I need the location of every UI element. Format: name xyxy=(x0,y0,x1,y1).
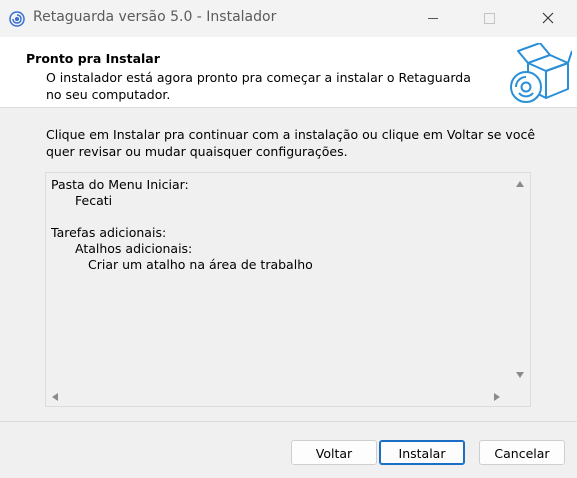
footer-divider xyxy=(0,421,577,422)
start-menu-label: Pasta do Menu Iniciar: xyxy=(51,177,189,192)
window-title: Retaguarda versão 5.0 - Instalador xyxy=(33,9,277,25)
shortcut-item: Criar um atalho na área de trabalho xyxy=(88,257,313,272)
tasks-label: Tarefas adicionais: xyxy=(51,225,167,240)
minimize-button[interactable] xyxy=(409,0,455,37)
scroll-up-arrow-icon[interactable] xyxy=(516,181,524,187)
horizontal-scrollbar[interactable] xyxy=(46,386,510,406)
scroll-left-arrow-icon[interactable] xyxy=(52,393,58,401)
install-button[interactable]: Instalar xyxy=(379,440,465,465)
scroll-right-arrow-icon[interactable] xyxy=(494,393,500,401)
cancel-button[interactable]: Cancelar xyxy=(479,440,565,465)
maximize-icon xyxy=(484,13,495,24)
start-menu-value: Fecati xyxy=(75,193,113,208)
app-swirl-icon xyxy=(9,11,25,27)
back-button[interactable]: Voltar xyxy=(291,440,377,465)
shortcuts-label: Atalhos adicionais: xyxy=(75,241,193,256)
summary-text: Pasta do Menu Iniciar: Fecati Tarefas ad… xyxy=(51,177,508,384)
title-bar[interactable]: Retaguarda versão 5.0 - Instalador xyxy=(0,0,577,37)
close-button[interactable] xyxy=(525,0,571,37)
maximize-button[interactable] xyxy=(466,0,512,37)
page-description: O instalador está agora pronto pra começ… xyxy=(46,70,471,102)
installer-box-disc-icon xyxy=(510,43,572,103)
wizard-header: Pronto pra Instalar O instalador está ag… xyxy=(0,37,577,108)
vertical-scrollbar[interactable] xyxy=(510,173,530,386)
minimize-icon xyxy=(428,18,438,19)
scroll-down-arrow-icon[interactable] xyxy=(516,372,524,378)
page-title: Pronto pra Instalar xyxy=(26,51,160,66)
intro-text: Clique em Instalar pra continuar com a i… xyxy=(46,127,536,159)
summary-memo[interactable]: Pasta do Menu Iniciar: Fecati Tarefas ad… xyxy=(45,172,531,407)
close-icon xyxy=(542,12,554,24)
